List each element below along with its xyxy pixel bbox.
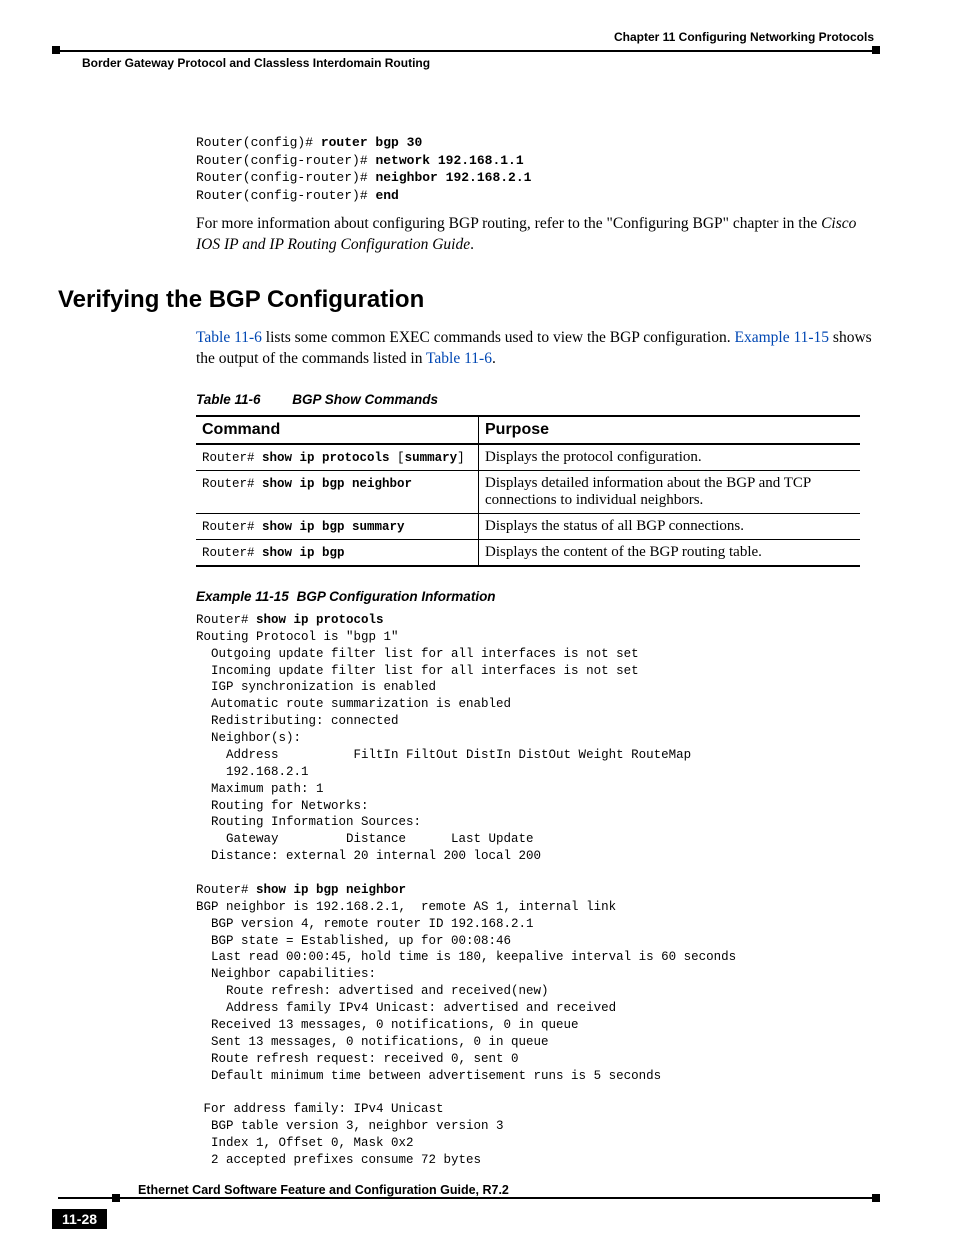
table-number: Table 11-6 [196,392,261,407]
table-row: Router# show ip bgp summary Displays the… [196,513,860,539]
arg: summary [405,451,458,465]
command: end [375,188,398,203]
prompt: Router# [202,451,262,465]
prompt: Router(config-router)# [196,153,375,168]
rule-square-icon [112,1194,120,1202]
page-number: 11-28 [52,1209,107,1229]
table-title-text: BGP Show Commands [292,392,438,407]
section-label: Border Gateway Protocol and Classless In… [82,56,430,70]
command: show ip bgp [262,546,345,560]
command: show ip protocols [256,613,384,627]
bgp-show-commands-table: Command Purpose Router# show ip protocol… [196,415,860,567]
prompt: Router# [202,477,262,491]
table-caption: Table 11-6 BGP Show Commands [196,392,874,407]
command: network 192.168.1.1 [375,153,523,168]
prompt: Router(config-router)# [196,170,375,185]
text: For more information about configuring B… [196,215,821,232]
section-heading: Verifying the BGP Configuration [58,286,874,314]
cell-command: Router# show ip protocols [summary] [196,444,479,471]
cell-command: Router# show ip bgp summary [196,513,479,539]
text: lists some common EXEC commands used to … [262,329,735,346]
command: show ip bgp neighbor [262,477,412,491]
xref-link[interactable]: Table 11-6 [426,350,492,367]
col-purpose: Purpose [479,416,861,444]
cell-command: Router# show ip bgp [196,539,479,566]
prompt: Router(config)# [196,135,321,150]
page: Chapter 11 Configuring Networking Protoc… [0,0,954,1235]
xref-link[interactable]: Example 11-15 [734,329,829,346]
rule-square-icon [872,46,880,54]
running-header: Chapter 11 Configuring Networking Protoc… [58,30,874,70]
text: ] [457,451,465,465]
cell-purpose: Displays detailed information about the … [479,470,861,513]
prompt: Router(config-router)# [196,188,375,203]
output-body: Routing Protocol is "bgp 1" Outgoing upd… [196,630,691,863]
command: show ip protocols [262,451,390,465]
body-paragraph: Table 11-6 lists some common EXEC comman… [196,328,874,370]
command: neighbor 192.168.2.1 [375,170,531,185]
text: . [470,236,474,253]
command: router bgp 30 [321,135,422,150]
body-paragraph: For more information about configuring B… [196,214,874,256]
output-body: BGP neighbor is 192.168.2.1, remote AS 1… [196,900,736,1167]
config-commands: Router(config)# router bgp 30 Router(con… [196,134,874,204]
cli-output: Router# show ip protocols Routing Protoc… [196,612,874,1169]
header-rule [58,50,874,52]
command: show ip bgp neighbor [256,883,406,897]
prompt: Router# [202,520,262,534]
cell-purpose: Displays the status of all BGP connectio… [479,513,861,539]
command: show ip bgp summary [262,520,405,534]
example-number: Example 11-15 [196,589,289,604]
cell-purpose: Displays the protocol configuration. [479,444,861,471]
prompt: Router# [202,546,262,560]
cell-command: Router# show ip bgp neighbor [196,470,479,513]
table-row: Router# show ip protocols [summary] Disp… [196,444,860,471]
table-row: Router# show ip bgp neighbor Displays de… [196,470,860,513]
rule-square-icon [872,1194,880,1202]
example-title-text: BGP Configuration Information [297,589,496,604]
table-header-row: Command Purpose [196,416,860,444]
text: [ [390,451,405,465]
xref-link[interactable]: Table 11-6 [196,329,262,346]
prompt: Router# [196,613,256,627]
doc-title: Ethernet Card Software Feature and Confi… [138,1183,874,1197]
cell-purpose: Displays the content of the BGP routing … [479,539,861,566]
chapter-label: Chapter 11 Configuring Networking Protoc… [614,30,874,44]
footer-rule [58,1197,874,1199]
text: . [492,350,496,367]
table-row: Router# show ip bgp Displays the content… [196,539,860,566]
example-caption: Example 11-15 BGP Configuration Informat… [196,589,874,604]
rule-square-icon [52,46,60,54]
col-command: Command [196,416,479,444]
body-content: Router(config)# router bgp 30 Router(con… [196,134,874,1169]
prompt: Router# [196,883,256,897]
